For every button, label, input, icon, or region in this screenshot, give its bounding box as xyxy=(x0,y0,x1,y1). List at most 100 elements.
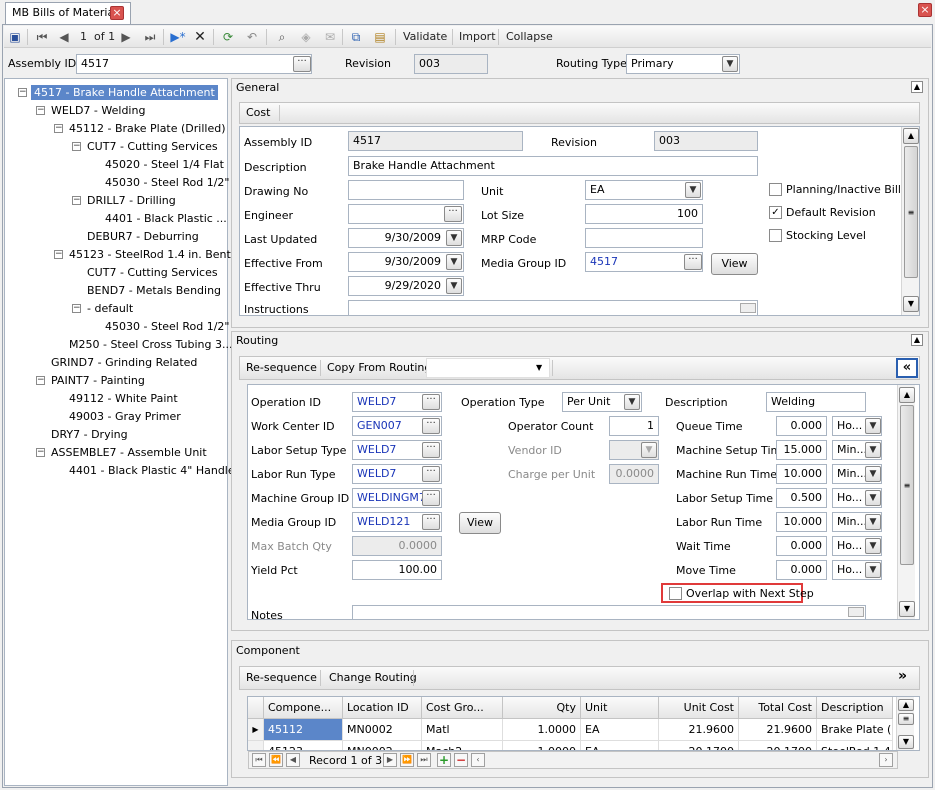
chevron-down-icon[interactable]: ▼ xyxy=(865,562,881,578)
notes-input[interactable] xyxy=(352,605,866,619)
tree-node[interactable]: GRIND7 - Grinding Related xyxy=(51,355,197,370)
scroll-top-icon[interactable]: ▲ xyxy=(898,699,914,711)
record-position[interactable]: 1 xyxy=(80,29,87,45)
column-header[interactable]: Location ID xyxy=(343,697,422,719)
table-cell[interactable]: Brake Plate (... xyxy=(817,719,893,741)
resequence-button[interactable]: Re-sequence xyxy=(246,671,317,685)
operation-lookup-icon[interactable]: ··· xyxy=(422,394,440,410)
operator-count-input[interactable]: 1 xyxy=(609,416,659,436)
engineer-lookup-icon[interactable]: ··· xyxy=(444,206,462,222)
labor-run-time-input[interactable]: 10.000 xyxy=(776,512,827,532)
queue-time-input[interactable]: 0.000 xyxy=(776,416,827,436)
table-cell[interactable]: EA xyxy=(581,741,659,750)
column-header[interactable]: Description xyxy=(817,697,893,719)
table-cell[interactable]: 45123 xyxy=(264,741,343,750)
tree-node[interactable]: M250 - Steel Cross Tubing 3.... xyxy=(69,337,236,352)
table-cell[interactable]: 20.1700 xyxy=(739,741,817,750)
yield-pct-input[interactable]: 100.00 xyxy=(352,560,442,580)
resequence-button[interactable]: Re-sequence xyxy=(246,361,317,375)
description-input[interactable]: Welding xyxy=(766,392,866,412)
import-button[interactable]: Import xyxy=(459,29,496,45)
drawing-no-input[interactable] xyxy=(348,180,464,200)
grid-scrollbar[interactable]: ▲ ≡ ▼ xyxy=(896,697,914,750)
machine-group-lookup-icon[interactable]: ··· xyxy=(422,490,440,506)
collapse-node-icon[interactable]: − xyxy=(18,88,27,97)
print-preview-icon[interactable]: ⌕ xyxy=(274,29,290,45)
assembly-lookup-icon[interactable]: ··· xyxy=(293,56,311,72)
new-record-icon[interactable]: ▶* xyxy=(170,29,186,45)
work-center-lookup-icon[interactable]: ··· xyxy=(422,418,440,434)
table-cell[interactable]: 20.1700 xyxy=(659,741,739,750)
add-record-icon[interactable]: + xyxy=(437,753,451,767)
next-record-icon[interactable]: ▶ xyxy=(383,753,397,767)
collapse-node-icon[interactable]: − xyxy=(54,124,63,133)
media-group-lookup-icon[interactable]: ··· xyxy=(422,514,440,530)
change-routing-button[interactable]: Change Routing xyxy=(329,671,417,685)
prev-record-icon[interactable]: ◀ xyxy=(286,753,300,767)
scroll-thumb[interactable]: ≡ xyxy=(904,146,918,278)
collapse-node-icon[interactable]: − xyxy=(36,376,45,385)
scroll-thumb[interactable]: ≡ xyxy=(900,405,914,565)
prev-record-icon[interactable]: ◀ xyxy=(56,29,72,45)
attach-icon[interactable]: ◈ xyxy=(298,29,314,45)
scroll-left-icon[interactable]: ‹ xyxy=(471,753,485,767)
collapse-node-icon[interactable]: − xyxy=(36,448,45,457)
next-page-icon[interactable]: ⏩ xyxy=(400,753,414,767)
chevron-down-icon[interactable]: ▼ xyxy=(536,361,542,375)
validate-button[interactable]: Validate xyxy=(403,29,447,45)
column-header[interactable]: Qty xyxy=(503,697,581,719)
scroll-up-icon[interactable]: ▲ xyxy=(903,128,919,144)
remove-record-icon[interactable]: − xyxy=(454,753,468,767)
planning-inactive-checkbox[interactable] xyxy=(769,183,782,196)
tree-node[interactable]: CUT7 - Cutting Services xyxy=(87,139,218,154)
calendar-dropdown-icon[interactable]: ▼ xyxy=(446,278,462,294)
view-media-button[interactable]: View xyxy=(711,253,758,275)
lot-size-input[interactable]: 100 xyxy=(585,204,703,224)
expand-text-icon[interactable] xyxy=(740,303,756,313)
collapse-node-icon[interactable]: − xyxy=(36,106,45,115)
description-input[interactable]: Brake Handle Attachment xyxy=(348,156,758,176)
table-cell[interactable]: 1.0000 xyxy=(503,719,581,741)
column-header[interactable]: Total Cost xyxy=(739,697,817,719)
collapse-node-icon[interactable]: − xyxy=(72,196,81,205)
table-cell[interactable]: MN0002 xyxy=(343,719,422,741)
table-cell[interactable]: Mach2 xyxy=(422,741,503,750)
column-header[interactable]: Unit Cost xyxy=(659,697,739,719)
tree-node[interactable]: DRILL7 - Drilling xyxy=(87,193,176,208)
document-tab[interactable]: MB Bills of Material × xyxy=(5,2,131,24)
table-cell[interactable]: 21.9600 xyxy=(659,719,739,741)
tree-node[interactable]: ASSEMBLE7 - Assemble Unit xyxy=(51,445,207,460)
window-close-icon[interactable]: × xyxy=(918,3,932,17)
paste-icon[interactable]: ▤ xyxy=(372,29,388,45)
tree-node[interactable]: PAINT7 - Painting xyxy=(51,373,145,388)
save-icon[interactable]: ▣ xyxy=(7,29,23,45)
collapse-node-icon[interactable]: − xyxy=(54,250,63,259)
last-record-icon[interactable]: ⏭ xyxy=(142,29,158,45)
expand-panel-icon[interactable]: » xyxy=(898,669,907,683)
chevron-down-icon[interactable]: ▼ xyxy=(865,418,881,434)
next-record-icon[interactable]: ▶ xyxy=(118,29,134,45)
scroll-down-icon[interactable]: ▼ xyxy=(903,296,919,312)
chevron-down-icon[interactable]: ▼ xyxy=(865,466,881,482)
tree-node[interactable]: 4401 - Black Plastic ... xyxy=(105,211,227,226)
tree-node[interactable]: 4517 - Brake Handle Attachment xyxy=(31,85,218,100)
collapse-section-icon[interactable]: ▲ xyxy=(911,334,923,346)
tree-node[interactable]: BEND7 - Metals Bending xyxy=(87,283,221,298)
collapse-section-icon[interactable]: ▲ xyxy=(911,81,923,93)
table-cell[interactable]: 45112 xyxy=(264,719,343,741)
collapse-button[interactable]: Collapse xyxy=(506,29,553,45)
calendar-dropdown-icon[interactable]: ▼ xyxy=(446,230,462,246)
default-revision-checkbox[interactable]: ✓ xyxy=(769,206,782,219)
table-cell[interactable]: SteelRod 1.4 ... xyxy=(817,741,893,750)
table-cell[interactable]: 21.9600 xyxy=(739,719,817,741)
table-cell[interactable]: 1.0000 xyxy=(503,741,581,750)
scroll-down-icon[interactable]: ▼ xyxy=(898,735,914,749)
prev-page-icon[interactable]: ⏪ xyxy=(269,753,283,767)
tree-node[interactable]: 45123 - SteelRod 1.4 in. Bent xyxy=(69,247,231,262)
delete-icon[interactable]: ✕ xyxy=(192,29,208,45)
labor-run-lookup-icon[interactable]: ··· xyxy=(422,466,440,482)
overlap-next-step-checkbox[interactable] xyxy=(669,587,682,600)
chevron-down-icon[interactable]: ▼ xyxy=(865,514,881,530)
scroll-thumb[interactable]: ≡ xyxy=(898,713,914,725)
table-cell[interactable]: Matl xyxy=(422,719,503,741)
